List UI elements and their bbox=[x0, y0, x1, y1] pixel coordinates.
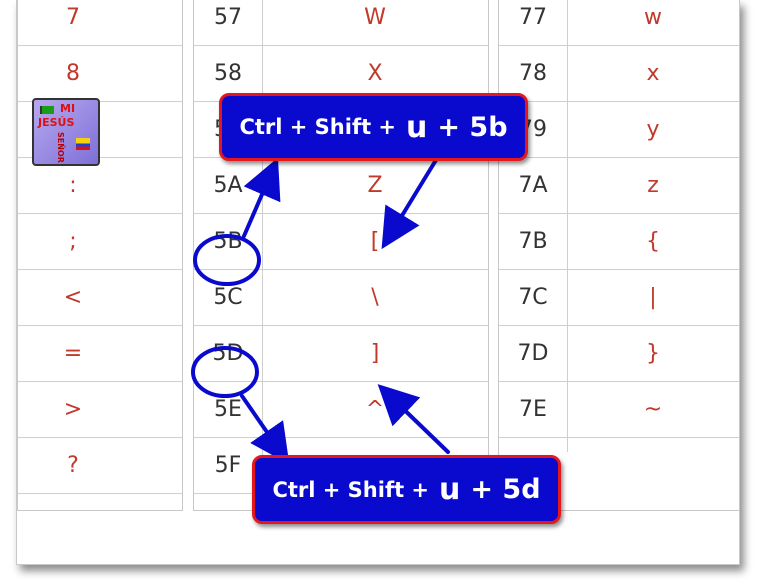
char-cell: [ bbox=[370, 228, 380, 254]
table-row: < bbox=[18, 269, 182, 326]
char-cell: = bbox=[63, 340, 83, 366]
table-row: 79 y bbox=[499, 101, 739, 158]
hex-cell: 7C bbox=[518, 284, 548, 310]
callout-5b-key: u bbox=[406, 109, 428, 145]
hex-cell: 7D bbox=[517, 340, 549, 366]
hex-cell: 5E bbox=[214, 396, 242, 422]
right-column: 77 w 78 x 79 y 7A z 7B {7C | 7D} 7E ~ bbox=[498, 0, 740, 511]
hex-cell: 7B bbox=[518, 228, 548, 254]
hex-cell: 77 bbox=[519, 4, 547, 30]
logo-text-senor: SEÑOR bbox=[56, 132, 65, 163]
table-row: 7D} bbox=[499, 325, 739, 382]
callout-5d-suffix: + 5d bbox=[470, 474, 541, 505]
table-row: 7 bbox=[18, 0, 182, 46]
table-row: ? bbox=[18, 437, 182, 494]
table-row: 77 w bbox=[499, 0, 739, 46]
table-row: 5E ^ bbox=[194, 381, 488, 438]
char-cell: y bbox=[646, 116, 660, 142]
table-row: 7A z bbox=[499, 157, 739, 214]
callout-5b-prefix: Ctrl + Shift + bbox=[239, 115, 397, 139]
table-row: 7C | bbox=[499, 269, 739, 326]
flag-icon bbox=[76, 138, 90, 150]
callout-shortcut-5d: Ctrl + Shift + u + 5d bbox=[252, 455, 561, 524]
table-row: 57 W bbox=[194, 0, 488, 46]
char-cell: x bbox=[646, 60, 660, 86]
char-cell: ] bbox=[370, 340, 380, 366]
table-row: 78 x bbox=[499, 45, 739, 102]
table-row: 5C \ bbox=[194, 269, 488, 326]
hex-cell: 5A bbox=[213, 172, 243, 198]
char-cell: \ bbox=[371, 284, 379, 310]
char-cell: Z bbox=[367, 172, 383, 198]
char-cell: w bbox=[644, 4, 662, 30]
mi-jesus-senor-logo: MI JESÚS SEÑOR bbox=[32, 98, 100, 166]
table-row: 5D] bbox=[194, 325, 488, 382]
left-column: 789:;<=>? bbox=[17, 0, 183, 511]
table-row: ; bbox=[18, 213, 182, 270]
flag-icon bbox=[40, 106, 54, 114]
hex-cell: 7A bbox=[518, 172, 548, 198]
callout-5b-suffix: + 5b bbox=[437, 111, 508, 143]
char-cell: | bbox=[649, 284, 657, 310]
hex-cell: 57 bbox=[214, 4, 242, 30]
table-row: 7B { bbox=[499, 213, 739, 270]
char-cell: { bbox=[646, 228, 660, 254]
logo-text-jesus: JESÚS bbox=[38, 116, 75, 129]
table-row: 5A Z bbox=[194, 157, 488, 214]
table-row: > bbox=[18, 381, 182, 438]
middle-column: 57W58X59Y5AZ5B[5C\5D]5E^5F_ bbox=[193, 0, 489, 511]
callout-shortcut-5b: Ctrl + Shift + u + 5b bbox=[219, 93, 528, 161]
char-cell: } bbox=[646, 340, 660, 366]
hex-cell: 5B bbox=[213, 228, 243, 254]
table-row: 7E ~ bbox=[499, 381, 739, 438]
hex-cell: 7E bbox=[519, 396, 547, 422]
hex-cell: 5C bbox=[213, 284, 243, 310]
char-cell: ? bbox=[67, 452, 79, 478]
char-cell: ~ bbox=[643, 396, 663, 422]
char-cell: < bbox=[63, 284, 83, 310]
char-cell: z bbox=[647, 172, 659, 198]
callout-5d-key: u bbox=[439, 472, 461, 507]
char-cell: ; bbox=[69, 228, 77, 254]
char-cell: 7 bbox=[66, 4, 80, 30]
char-cell: 8 bbox=[66, 60, 80, 86]
hex-cell: 5D bbox=[212, 340, 244, 366]
char-cell: W bbox=[364, 4, 386, 30]
logo-text-mi: MI bbox=[60, 102, 76, 115]
char-cell: ^ bbox=[365, 396, 385, 422]
table-row: 5B [ bbox=[194, 213, 488, 270]
callout-5d-prefix: Ctrl + Shift + bbox=[272, 477, 430, 502]
char-cell: > bbox=[63, 396, 83, 422]
table-row: = bbox=[18, 325, 182, 382]
table-row: 8 bbox=[18, 45, 182, 102]
